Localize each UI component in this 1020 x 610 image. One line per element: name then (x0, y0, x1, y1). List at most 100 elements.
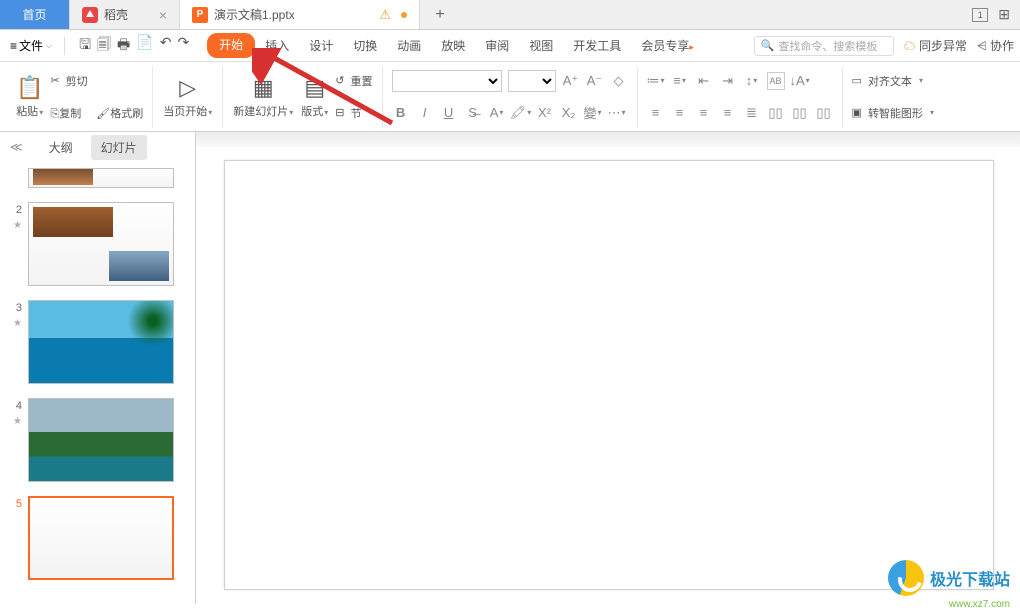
thumbnail-row[interactable]: 5 (4, 496, 187, 580)
distribute-icon[interactable]: ≣ (743, 104, 761, 122)
ribbon-tab-design[interactable]: 设计 (299, 33, 343, 58)
new-slide-button[interactable]: ▦ 新建幻灯片▾ (229, 73, 297, 121)
outline-tab[interactable]: 大纲 (39, 135, 83, 160)
font-color-icon[interactable]: A▾ (488, 104, 506, 122)
thumb-number: 3★ (4, 300, 22, 329)
columns-center-icon[interactable]: ▯▯ (815, 104, 833, 122)
clear-format-icon[interactable]: ◇ (610, 72, 628, 90)
animation-star-icon: ★ (13, 416, 22, 427)
smart-shape-icon: ▣ (852, 106, 862, 119)
font-size-select[interactable] (508, 70, 556, 92)
layout-button[interactable]: ▤ 版式▾ (297, 73, 332, 121)
superscript-icon[interactable]: X² (536, 104, 554, 122)
char-shading-icon[interactable]: AB (767, 72, 785, 90)
tab-home[interactable]: 首页 (0, 0, 70, 29)
tab-docer-label: 稻壳 (104, 6, 128, 23)
menu-right-group: 🔍 查找命令、搜索模板 ☁ 同步异常 ⩤ 协作 (754, 36, 1014, 56)
bold-icon[interactable]: B (392, 104, 410, 122)
thumbnail-row[interactable]: 3★ (4, 300, 187, 384)
canvas-shadow (196, 132, 1020, 147)
ribbon-tab-dev[interactable]: 开发工具 (563, 33, 631, 58)
ribbon-tab-member[interactable]: 会员专享▸ (631, 33, 704, 58)
coop-label: 协作 (990, 39, 1014, 53)
highlight-icon[interactable]: 🖍▾ (512, 104, 530, 122)
reset-label: 重置 (351, 73, 373, 89)
reset-button[interactable]: ↺重置 (335, 66, 372, 96)
app-grid-icon[interactable]: ⊞ (998, 6, 1010, 23)
line-spacing-icon[interactable]: ↕▾ (743, 72, 761, 90)
slide-thumbnail[interactable] (28, 202, 174, 286)
print-preview-icon[interactable]: 📄 (136, 34, 153, 58)
copy-button[interactable]: ⎘复制 (50, 105, 81, 121)
thumbnail-row[interactable] (4, 168, 187, 188)
text-direction-icon[interactable]: ↓A▾ (791, 72, 809, 90)
save-icon[interactable]: 🖫 (79, 34, 91, 58)
font-family-select[interactable] (392, 70, 502, 92)
tab-file[interactable]: P 演示文稿1.pptx ⚠ (180, 0, 420, 29)
collaborate-button[interactable]: ⩤ 协作 (977, 37, 1014, 54)
ribbon-tab-animation[interactable]: 动画 (387, 33, 431, 58)
watermark-logo-icon (888, 560, 924, 596)
section-button[interactable]: ⊟节▾ (335, 98, 372, 128)
columns-left-icon[interactable]: ▯▯ (767, 104, 785, 122)
ribbon-tab-show[interactable]: 放映 (431, 33, 475, 58)
slides-tab[interactable]: 幻灯片 (91, 135, 147, 160)
redo-icon[interactable]: ↷ (177, 34, 189, 58)
ribbon-tab-start[interactable]: 开始 (207, 33, 255, 58)
increase-font-icon[interactable]: A⁺ (562, 72, 580, 90)
decrease-indent-icon[interactable]: ⇤ (695, 72, 713, 90)
save-as-icon[interactable]: 🗐 (97, 34, 111, 58)
align-right-icon[interactable]: ≡ (695, 104, 713, 122)
thumb-number: 2★ (4, 202, 22, 231)
underline-icon[interactable]: U (440, 104, 458, 122)
slide-thumbnail[interactable] (28, 300, 174, 384)
slide-thumbnail[interactable] (28, 168, 174, 188)
paste-button[interactable]: 📋 粘贴▾ (12, 73, 47, 121)
cut-button[interactable]: ✂剪切 (50, 66, 143, 96)
collapse-panel-icon[interactable]: ≪ (10, 140, 23, 154)
slide-canvas[interactable] (224, 160, 994, 590)
slide-thumbnail[interactable] (28, 398, 174, 482)
bullets-icon[interactable]: ≔▾ (647, 72, 665, 90)
align-justify-icon[interactable]: ≡ (719, 104, 737, 122)
align-left-icon[interactable]: ≡ (647, 104, 665, 122)
ribbon-group-show: ▷ 当页开始▾ (153, 66, 223, 127)
ribbon-tab-insert[interactable]: 插入 (255, 33, 299, 58)
menu-left-group: ≡ 文件 ⌵ 🖫 🗐 🖶 📄 ↶ ↷ (6, 34, 195, 58)
command-search-input[interactable]: 🔍 查找命令、搜索模板 (754, 36, 894, 56)
strikethrough-icon[interactable]: S̶ (464, 104, 482, 122)
section-icon: ⊟ (335, 106, 344, 119)
print-icon[interactable]: 🖶 (117, 34, 130, 58)
ribbon-tab-view[interactable]: 视图 (519, 33, 563, 58)
increase-indent-icon[interactable]: ⇥ (719, 72, 737, 90)
scissors-icon: ✂ (50, 74, 59, 87)
file-menu-button[interactable]: ≡ 文件 ⌵ (6, 35, 56, 56)
ribbon-tab-transition[interactable]: 切换 (343, 33, 387, 58)
font-effects-icon[interactable]: ⋯▾ (608, 104, 626, 122)
align-text-button[interactable]: ▭对齐文本▾ (852, 66, 934, 96)
close-icon[interactable]: × (159, 7, 167, 23)
numbering-icon[interactable]: ≡▾ (671, 72, 689, 90)
thumbnail-row[interactable]: 4★ (4, 398, 187, 482)
thumb-number: 4★ (4, 398, 22, 427)
menu-bar: ≡ 文件 ⌵ 🖫 🗐 🖶 📄 ↶ ↷ 开始 插入 设计 切换 动画 放映 审阅 … (0, 30, 1020, 62)
subscript-icon[interactable]: X₂ (560, 104, 578, 122)
decrease-font-icon[interactable]: A⁻ (586, 72, 604, 90)
tab-docer[interactable]: 稻壳 × (70, 0, 180, 29)
new-tab-button[interactable]: + (420, 0, 460, 29)
from-current-button[interactable]: ▷ 当页开始▾ (159, 73, 216, 121)
thumbnail-row[interactable]: 2★ (4, 202, 187, 286)
new-slide-icon: ▦ (253, 75, 274, 101)
align-center-icon[interactable]: ≡ (671, 104, 689, 122)
sync-status[interactable]: ☁ 同步异常 (904, 37, 967, 54)
columns-right-icon[interactable]: ▯▯ (791, 104, 809, 122)
ribbon-tab-review[interactable]: 审阅 (475, 33, 519, 58)
smart-shape-label: 转智能图形 (868, 105, 923, 121)
change-case-icon[interactable]: 變▾ (584, 104, 602, 122)
reading-mode-icon[interactable]: 1 (972, 8, 988, 22)
smart-shape-button[interactable]: ▣转智能图形▾ (852, 98, 934, 128)
undo-icon[interactable]: ↶ (160, 34, 172, 58)
format-painter-button[interactable]: 🖌格式刷 (96, 105, 143, 121)
slide-thumbnail-selected[interactable] (28, 496, 174, 580)
italic-icon[interactable]: I (416, 104, 434, 122)
